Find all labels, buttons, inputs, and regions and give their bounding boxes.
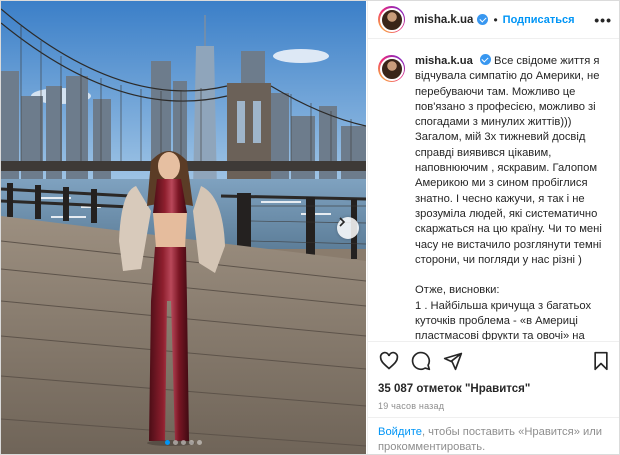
caption-text: Все свідоме життя я відчувала симпатію д… [415, 55, 602, 340]
login-link[interactable]: Войдите [378, 426, 422, 438]
action-bar: 35 087 отметок "Нравится" 19 часов назад [368, 341, 619, 411]
avatar[interactable] [378, 6, 405, 33]
caption-avatar[interactable] [378, 55, 405, 82]
comment-button[interactable] [410, 350, 432, 372]
caption-username[interactable]: misha.k.ua [415, 55, 473, 67]
chevron-right-icon [339, 217, 346, 227]
post-modal: misha.k.ua • Подписаться ••• misha.k.ua … [0, 0, 620, 455]
caption-body: misha.k.ua Все свідоме життя я відчувала… [415, 54, 612, 340]
carousel-dot [165, 440, 170, 445]
caption-area: misha.k.ua Все свідоме життя я відчувала… [368, 40, 619, 340]
comment-icon [411, 351, 431, 371]
post-photo[interactable] [1, 1, 366, 454]
carousel-dot [189, 440, 194, 445]
username-link[interactable]: misha.k.ua [414, 14, 473, 26]
bookmark-icon [594, 351, 608, 371]
carousel-dot [173, 440, 178, 445]
heart-icon [379, 351, 399, 370]
like-button[interactable] [378, 350, 400, 372]
follow-button[interactable]: Подписаться [503, 14, 575, 26]
carousel-dot [181, 440, 186, 445]
carousel-dots [1, 440, 366, 445]
verified-icon [477, 14, 489, 25]
login-to-comment: Войдите, чтобы поставить «Нравится» или … [368, 417, 619, 454]
post-side-panel: misha.k.ua • Подписаться ••• misha.k.ua … [367, 1, 619, 454]
share-icon [443, 352, 463, 371]
post-timestamp[interactable]: 19 часов назад [378, 401, 612, 411]
share-button[interactable] [442, 350, 464, 372]
separator-dot: • [493, 12, 498, 27]
next-slide-button[interactable] [337, 217, 359, 239]
verified-icon [479, 54, 491, 65]
more-options-button[interactable]: ••• [594, 12, 612, 28]
likes-count[interactable]: 35 087 отметок "Нравится" [378, 383, 612, 395]
save-button[interactable] [590, 350, 612, 372]
photo-scene [1, 1, 366, 454]
carousel-dot [197, 440, 202, 445]
post-header: misha.k.ua • Подписаться ••• [368, 1, 619, 39]
